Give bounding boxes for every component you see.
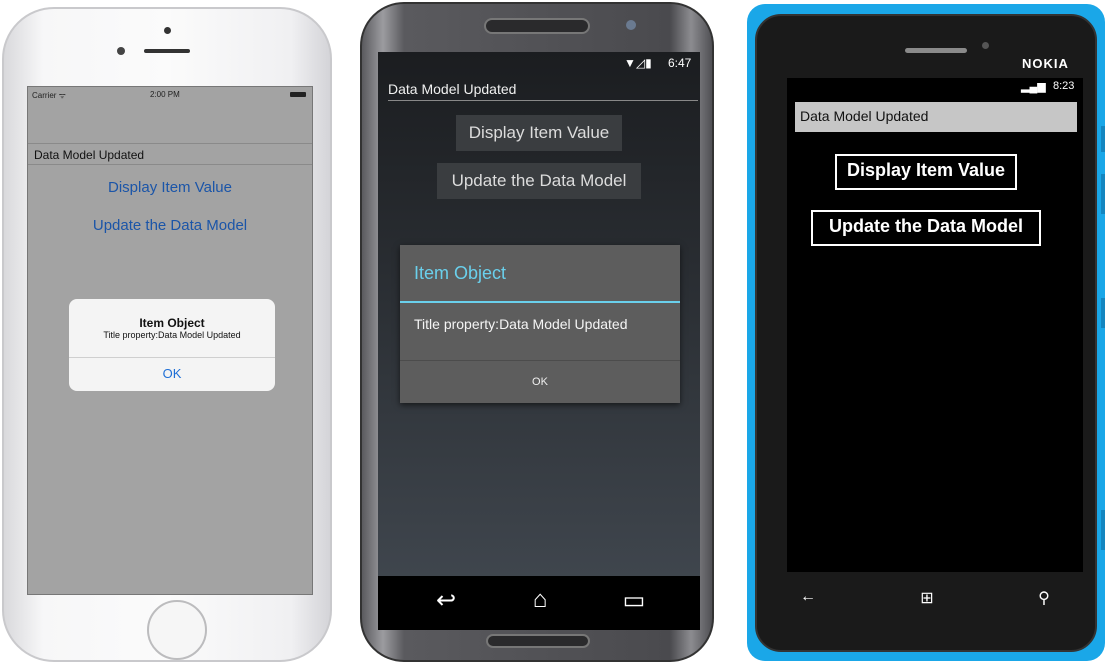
data-model-label: Data Model Updated: [795, 102, 1077, 132]
android-status-bar: ▼◿▮ 6:47: [378, 52, 700, 76]
volume-up-key: [1101, 126, 1105, 152]
front-camera-icon: [117, 47, 125, 55]
android-alert-dialog: Item Object Title property:Data Model Up…: [400, 245, 680, 403]
display-item-value-button[interactable]: Display Item Value: [456, 115, 622, 151]
ios-alert-dialog: Item Object Title property:Data Model Up…: [69, 299, 275, 391]
home-icon[interactable]: ⌂: [522, 586, 558, 616]
alert-ok-button[interactable]: OK: [69, 366, 275, 381]
alert-divider: [69, 357, 275, 358]
battery-icon: [290, 92, 306, 97]
back-icon[interactable]: ↩: [428, 586, 464, 616]
volume-down-key: [1101, 174, 1105, 214]
ios-screen: Carrier ᯤ 2:00 PM Data Model Updated Dis…: [27, 86, 313, 595]
status-time: 6:47: [668, 56, 692, 70]
status-time: 2:00 PM: [150, 90, 180, 99]
home-button[interactable]: [147, 600, 207, 660]
update-data-model-button[interactable]: Update the Data Model: [28, 217, 312, 234]
earpiece-speaker: [905, 48, 967, 53]
device-bezel: NOKIA ▂▄▆ 8:23 Data Model Updated Displa…: [755, 14, 1097, 652]
display-item-value-button[interactable]: Display Item Value: [28, 179, 312, 196]
data-model-label: Data Model Updated: [388, 81, 698, 101]
power-key: [1101, 298, 1105, 328]
front-sensor: [164, 27, 171, 34]
ios-status-bar: Carrier ᯤ 2:00 PM: [28, 87, 312, 103]
signal-battery-icon: ▂▄▆: [1021, 81, 1046, 93]
windows-start-icon[interactable]: ⊞: [912, 588, 942, 614]
brand-logo: NOKIA: [1022, 56, 1069, 71]
iphone-device: Carrier ᯤ 2:00 PM Data Model Updated Dis…: [2, 7, 332, 662]
windows-phone-device: NOKIA ▂▄▆ 8:23 Data Model Updated Displa…: [747, 4, 1105, 661]
android-nav-bar: ↩ ⌂ ▭: [378, 576, 700, 630]
update-data-model-button[interactable]: Update the Data Model: [811, 210, 1041, 246]
wp-nav-bar: ← ⊞ ⚲: [757, 572, 1095, 632]
bottom-speaker-grille: [486, 634, 590, 648]
back-arrow-icon[interactable]: ←: [793, 588, 823, 614]
dialog-ok-button[interactable]: OK: [400, 376, 680, 388]
front-camera-icon: [626, 20, 636, 30]
android-device: ▼◿▮ 6:47 Data Model Updated Display Item…: [360, 2, 714, 662]
alert-title: Item Object: [139, 316, 205, 330]
carrier-label: Carrier ᯤ: [32, 91, 66, 100]
front-camera-icon: [982, 42, 989, 49]
dialog-message: Title property:Data Model Updated: [414, 316, 628, 332]
dialog-title: Item Object: [414, 263, 507, 283]
dialog-title-divider: [400, 301, 680, 303]
search-icon[interactable]: ⚲: [1029, 588, 1059, 614]
update-data-model-button[interactable]: Update the Data Model: [437, 163, 641, 199]
top-speaker-grille: [484, 18, 590, 34]
android-screen: ▼◿▮ 6:47 Data Model Updated Display Item…: [378, 52, 700, 630]
alert-message: Title property:Data Model Updated: [103, 330, 241, 340]
status-time: 8:23: [1053, 80, 1075, 92]
earpiece-speaker: [144, 49, 190, 53]
wp-status-bar: ▂▄▆ 8:23: [787, 78, 1083, 100]
dialog-button-divider: [400, 360, 680, 361]
wifi-signal-battery-icon: ▼◿▮: [624, 56, 652, 70]
recent-apps-icon[interactable]: ▭: [616, 586, 652, 616]
data-model-label: Data Model Updated: [28, 143, 312, 165]
camera-key: [1101, 510, 1105, 550]
wp-screen: ▂▄▆ 8:23 Data Model Updated Display Item…: [787, 78, 1083, 572]
display-item-value-button[interactable]: Display Item Value: [835, 154, 1017, 190]
